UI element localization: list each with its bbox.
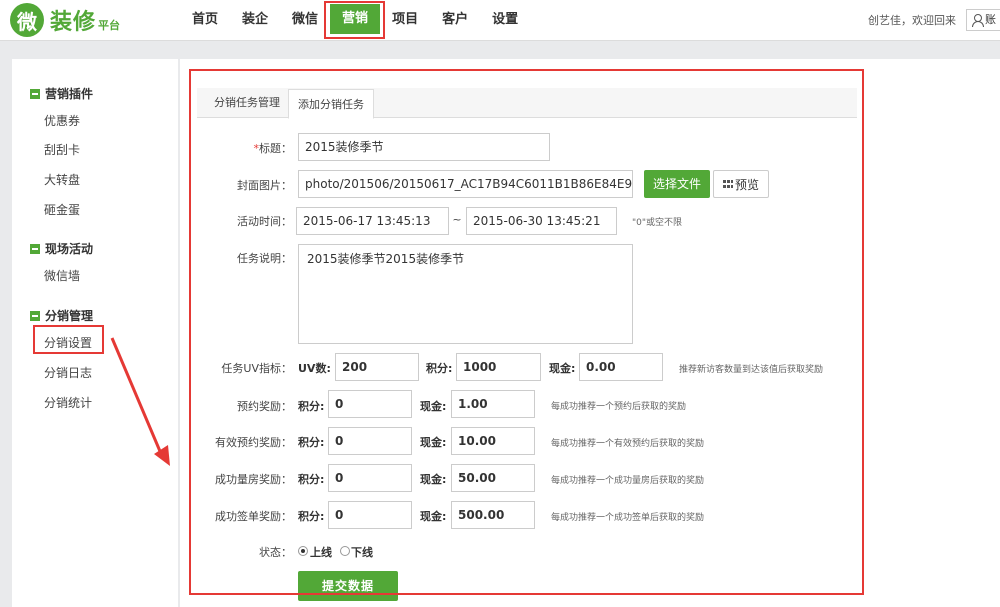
nav-settings[interactable]: 设置 xyxy=(480,0,530,40)
collapse-icon xyxy=(30,243,40,254)
welcome-text: 创艺佳，欢迎回来 xyxy=(868,14,956,27)
top-header: 微 装修 平台 首页 装企 微信 营销 项目 客户 设置 创艺佳，欢迎回来 账 xyxy=(0,0,1000,41)
sidebar-item-big-wheel[interactable]: 大转盘 xyxy=(44,171,80,188)
sidebar-item-distribution-log[interactable]: 分销日志 xyxy=(44,364,92,381)
sidebar-item-scratch-card[interactable]: 刮刮卡 xyxy=(44,141,80,158)
sidebar-group-title: 营销插件 xyxy=(45,87,94,101)
logo-mark: 微 xyxy=(10,3,44,37)
sidebar-group-live-events[interactable]: 现场活动 xyxy=(30,240,93,257)
nav-customers[interactable]: 客户 xyxy=(430,0,480,40)
logo-subtext: 平台 xyxy=(98,19,121,32)
collapse-icon xyxy=(30,310,40,321)
logo-text: 装修 xyxy=(50,10,97,35)
sidebar-item-coupons[interactable]: 优惠券 xyxy=(44,112,80,129)
highlight-box-nav xyxy=(324,1,385,39)
sidebar-item-distribution-stats[interactable]: 分销统计 xyxy=(44,394,92,411)
collapse-icon xyxy=(30,88,40,99)
logo[interactable]: 微 装修 平台 xyxy=(10,3,120,37)
sidebar-item-golden-egg[interactable]: 砸金蛋 xyxy=(44,201,80,218)
highlight-box-form xyxy=(189,69,864,595)
nav-companies[interactable]: 装企 xyxy=(230,0,280,40)
account-label: 账 xyxy=(985,13,996,26)
sidebar-group-title: 分销管理 xyxy=(45,309,94,323)
nav-projects[interactable]: 项目 xyxy=(380,0,430,40)
sidebar-group-marketing-plugins[interactable]: 营销插件 xyxy=(30,85,93,102)
user-icon xyxy=(971,14,984,27)
nav-home[interactable]: 首页 xyxy=(180,0,230,40)
highlight-box-sidebar xyxy=(33,325,104,354)
sidebar-group-title: 现场活动 xyxy=(45,242,94,256)
nav-wechat[interactable]: 微信 xyxy=(280,0,330,40)
sidebar-item-wechat-wall[interactable]: 微信墙 xyxy=(44,267,80,284)
sidebar-group-distribution[interactable]: 分销管理 xyxy=(30,307,93,324)
account-button[interactable]: 账 xyxy=(966,9,1000,31)
annotation-arrow xyxy=(110,337,170,466)
